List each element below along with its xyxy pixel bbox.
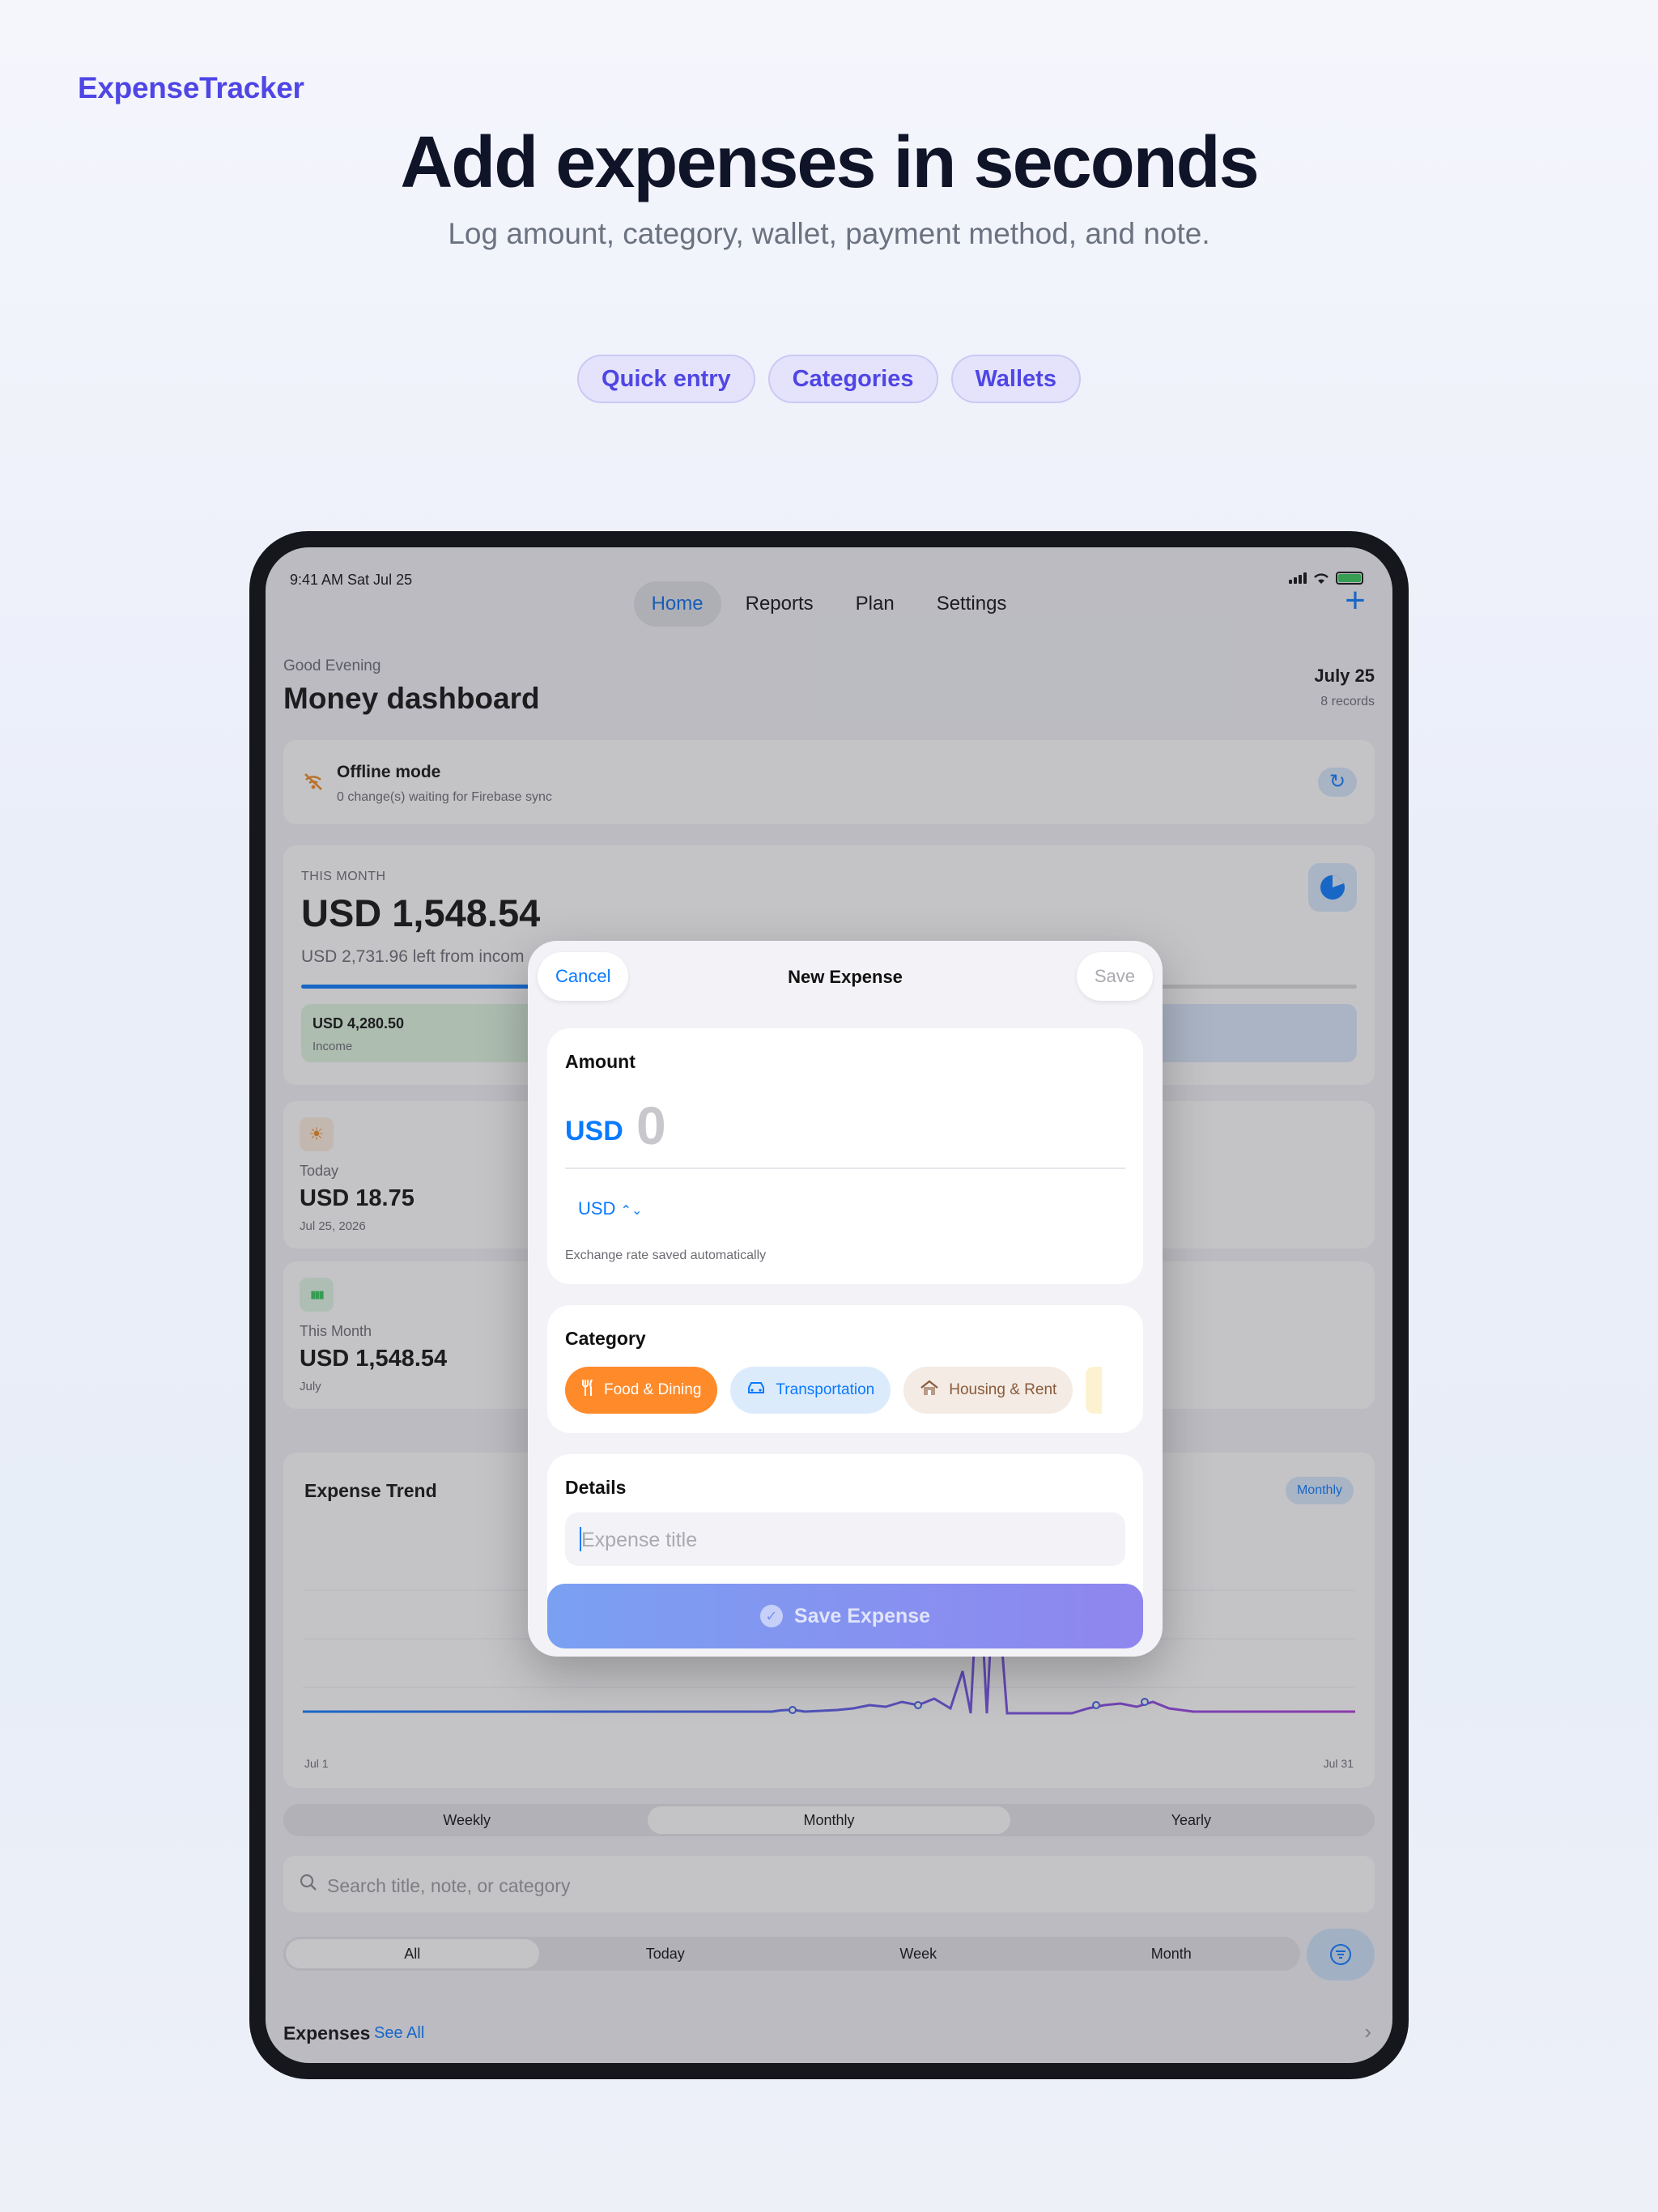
category-more-peek[interactable] — [1086, 1367, 1103, 1414]
currency-select[interactable]: USD ⌃⌄ — [578, 1198, 642, 1219]
house-icon — [920, 1380, 939, 1401]
category-list: Food & Dining Transportation Housing & R… — [565, 1367, 1103, 1414]
amount-section: Amount USD 0 USD ⌃⌄ Exchange rate saved … — [547, 1028, 1143, 1284]
save-expense-label: Save Expense — [793, 1604, 931, 1627]
brand-logo: ExpenseTracker — [78, 71, 304, 104]
category-header: Category — [565, 1328, 646, 1349]
app-screen: 9:41 AM Sat Jul 25 Home Reports Plan Set… — [266, 547, 1392, 2063]
modal-title: New Expense — [788, 967, 903, 987]
currency-select-label: USD — [578, 1198, 616, 1219]
save-button[interactable]: Save — [1076, 952, 1153, 1001]
category-label: Food & Dining — [604, 1381, 702, 1398]
amount-divider — [565, 1168, 1125, 1169]
feature-chips: Quick entry Categories Wallets — [0, 355, 1658, 403]
category-food-dining[interactable]: Food & Dining — [565, 1367, 718, 1414]
checkmark-icon: ✓ — [759, 1605, 783, 1627]
new-expense-modal: Cancel New Expense Save Amount USD 0 USD… — [528, 941, 1163, 1657]
category-transportation[interactable]: Transportation — [730, 1367, 891, 1414]
car-icon — [746, 1380, 766, 1400]
category-housing-rent[interactable]: Housing & Rent — [903, 1367, 1073, 1414]
headline: Add expenses in seconds — [400, 122, 1259, 203]
details-header: Details — [565, 1477, 627, 1498]
amount-currency: USD — [565, 1116, 623, 1146]
fork-knife-icon — [581, 1379, 594, 1402]
exchange-rate-note: Exchange rate saved automatically — [565, 1249, 767, 1262]
amount-header: Amount — [565, 1051, 636, 1072]
expense-title-input[interactable]: Expense title — [565, 1512, 1125, 1566]
save-expense-button[interactable]: ✓ Save Expense — [547, 1584, 1143, 1648]
category-label: Transportation — [776, 1381, 875, 1398]
expense-title-placeholder: Expense title — [581, 1529, 698, 1551]
ipad-frame: 9:41 AM Sat Jul 25 Home Reports Plan Set… — [249, 531, 1409, 2079]
chevron-up-down-icon: ⌃⌄ — [620, 1204, 643, 1218]
chip-categories: Categories — [767, 355, 938, 403]
subheadline: Log amount, category, wallet, payment me… — [448, 217, 1210, 250]
chip-wallets: Wallets — [950, 355, 1081, 403]
amount-input[interactable]: 0 — [636, 1095, 666, 1156]
chip-quick-entry: Quick entry — [577, 355, 755, 403]
category-section: Category Food & Dining Transportation Ho… — [547, 1305, 1143, 1433]
category-label: Housing & Rent — [949, 1381, 1057, 1398]
